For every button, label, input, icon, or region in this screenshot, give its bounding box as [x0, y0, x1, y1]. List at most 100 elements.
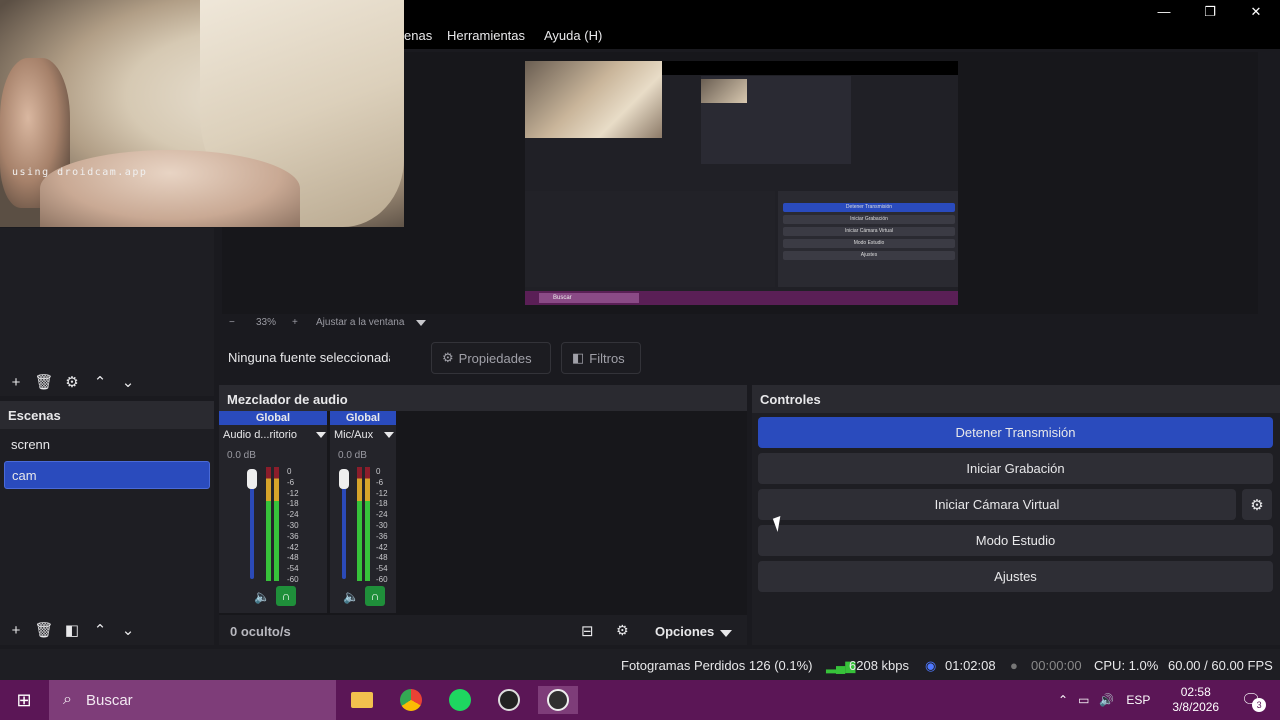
- preview-btn-record: Iniciar Grabación: [783, 215, 955, 224]
- spotify-icon[interactable]: [440, 686, 480, 714]
- preview-menu-bar: [662, 61, 958, 75]
- properties-label: Propiedades: [458, 350, 532, 366]
- channel-name[interactable]: Audio d...ritorio: [223, 429, 297, 441]
- windows-start-icon[interactable]: ⊞: [4, 686, 44, 714]
- preview-btn-virtualcam: Iniciar Cámara Virtual: [783, 227, 955, 236]
- start-recording-button[interactable]: Iniciar Grabación: [758, 453, 1273, 484]
- mixer-footer: 0 oculto/s ⊟ ⚙ Opciones: [219, 617, 747, 645]
- headphones-icon[interactable]: ∩: [276, 586, 296, 606]
- level-meter-left: [266, 467, 271, 581]
- stop-streaming-button[interactable]: Detener Transmisión: [758, 417, 1273, 448]
- remove-scene-icon[interactable]: 🗑: [30, 618, 58, 642]
- zoom-in-button[interactable]: +: [292, 317, 298, 328]
- network-icon[interactable]: ▭: [1078, 693, 1089, 707]
- stream-time: 01:02:08: [945, 658, 996, 673]
- sources-dock: + 🗑 ⚙ ⌃ ⌄: [0, 228, 214, 396]
- taskbar: ⊞ ⌕ Buscar ⌃ ▭ 🔊 ESP 02:58 3/8/2026 🗨 3: [0, 680, 1280, 720]
- scene-item-screnn[interactable]: screnn: [4, 431, 210, 459]
- chevron-down-icon[interactable]: [384, 432, 394, 438]
- notifications-icon[interactable]: 🗨 3: [1241, 690, 1267, 712]
- sources-toolbar: + 🗑 ⚙ ⌃ ⌄: [2, 370, 142, 394]
- no-source-label: Ninguna fuente seleccionada: [228, 350, 390, 365]
- clock-date: 3/8/2026: [1172, 700, 1220, 714]
- clock[interactable]: 02:58 3/8/2026: [1172, 685, 1219, 715]
- search-placeholder: Buscar: [85, 691, 133, 709]
- obs-icon[interactable]: [538, 686, 578, 714]
- streaming-icon: ◉: [925, 658, 937, 673]
- scene-down-icon[interactable]: ⌄: [114, 618, 142, 642]
- camera-watermark: using droidcam.app: [12, 167, 148, 178]
- preview-nested-camera: [701, 79, 747, 103]
- menu-help[interactable]: Ayuda (H): [544, 28, 602, 43]
- move-up-icon[interactable]: ⌃: [86, 370, 114, 394]
- mixer-channel-mic: Global Mic/Aux 0.0 dB 0 -6 -12 -18 -24 -30 -36…: [330, 411, 396, 613]
- volume-icon[interactable]: 🔊: [1099, 693, 1114, 707]
- speaker-icon[interactable]: 🔈: [343, 589, 359, 605]
- channel-name[interactable]: Mic/Aux: [334, 429, 373, 441]
- minimize-button[interactable]: —: [1141, 0, 1187, 23]
- menu-scenes[interactable]: enas: [404, 28, 432, 43]
- search-icon: ⌕: [63, 691, 72, 708]
- preview-search: Buscar: [539, 293, 639, 303]
- preview-camera-source: [525, 61, 662, 138]
- start-virtual-camera-button[interactable]: Iniciar Cámara Virtual: [758, 489, 1236, 520]
- droidcam-icon[interactable]: [489, 686, 529, 714]
- source-toolbar: Ninguna fuente seleccionada ⚙ Propiedade…: [222, 340, 1280, 376]
- maximize-button[interactable]: ❐: [1187, 0, 1233, 23]
- headphones-icon[interactable]: ∩: [365, 586, 385, 606]
- layout-icon[interactable]: ⊟: [581, 622, 594, 640]
- add-source-icon[interactable]: +: [2, 370, 30, 394]
- filters-button[interactable]: ◧ Filtros: [561, 342, 641, 374]
- fader-handle[interactable]: [247, 469, 257, 489]
- options-caret-icon[interactable]: [720, 630, 732, 637]
- properties-button[interactable]: ⚙ Propiedades: [431, 342, 551, 374]
- zoom-dropdown-icon[interactable]: [416, 320, 426, 326]
- preview-controls-dock: Detener Transmisión Iniciar Grabación In…: [778, 191, 958, 287]
- close-button[interactable]: ✕: [1233, 0, 1279, 23]
- fit-window-option[interactable]: Ajustar a la ventana: [316, 317, 404, 328]
- preview-scenes-dock: [525, 191, 597, 287]
- scene-up-icon[interactable]: ⌃: [86, 618, 114, 642]
- dropped-frames: Fotogramas Perdidos 126 (0.1%): [621, 658, 813, 673]
- file-explorer-icon[interactable]: [342, 686, 382, 714]
- notification-count: 3: [1252, 698, 1267, 712]
- chevron-down-icon[interactable]: [316, 432, 326, 438]
- filters-label: Filtros: [589, 350, 625, 366]
- bitrate: 6208 kbps: [849, 658, 909, 673]
- meter-ticks: 0 -6 -12 -18 -24 -30 -36 -42 -48 -54 -60: [376, 467, 388, 584]
- chrome-icon[interactable]: [391, 686, 431, 714]
- preview-btn-studio: Modo Estudio: [783, 239, 955, 248]
- cpu-usage: CPU: 1.0%: [1094, 658, 1159, 673]
- scene-item-cam[interactable]: cam: [4, 461, 210, 489]
- source-settings-icon[interactable]: ⚙: [58, 370, 86, 394]
- move-down-icon[interactable]: ⌄: [114, 370, 142, 394]
- fader-handle[interactable]: [339, 469, 349, 489]
- clock-time: 02:58: [1180, 685, 1211, 699]
- channel-scope: Global: [330, 411, 396, 425]
- virtual-camera-settings-icon[interactable]: ⚙: [1242, 489, 1272, 520]
- preview-nested-preview: [701, 76, 851, 164]
- language-indicator[interactable]: ESP: [1126, 693, 1150, 707]
- speaker-icon[interactable]: 🔈: [254, 589, 270, 605]
- preview-btn-stop: Detener Transmisión: [783, 203, 955, 212]
- studio-mode-button[interactable]: Modo Estudio: [758, 525, 1273, 556]
- zoom-out-button[interactable]: −: [229, 317, 235, 328]
- settings-button[interactable]: Ajustes: [758, 561, 1273, 592]
- scene-filters-icon[interactable]: ◧: [58, 618, 86, 642]
- menu-tools[interactable]: Herramientas: [447, 28, 525, 43]
- record-time: 00:00:00: [1031, 658, 1082, 673]
- hidden-count: 0 oculto/s: [230, 624, 291, 639]
- preview-canvas[interactable]: Detener Transmisión Iniciar Grabación In…: [525, 61, 958, 305]
- zoom-level: 33%: [256, 317, 277, 328]
- advanced-audio-icon[interactable]: ⚙: [616, 622, 629, 639]
- scenes-toolbar: + 🗑 ◧ ⌃ ⌄: [2, 618, 142, 642]
- mixer-header: Mezclador de audio: [219, 385, 747, 413]
- remove-source-icon[interactable]: 🗑: [30, 370, 58, 394]
- add-scene-icon[interactable]: +: [2, 618, 30, 642]
- options-button[interactable]: Opciones: [655, 624, 714, 639]
- chevron-up-icon[interactable]: ⌃: [1058, 693, 1068, 707]
- channel-volume-db: 0.0 dB: [338, 450, 367, 461]
- controls-dock: Controles Detener Transmisión Iniciar Gr…: [752, 385, 1280, 645]
- mixer-channel-desktop: Global Audio d...ritorio 0.0 dB 0 -6 -12 -1…: [219, 411, 327, 613]
- taskbar-search[interactable]: ⌕ Buscar: [49, 680, 336, 720]
